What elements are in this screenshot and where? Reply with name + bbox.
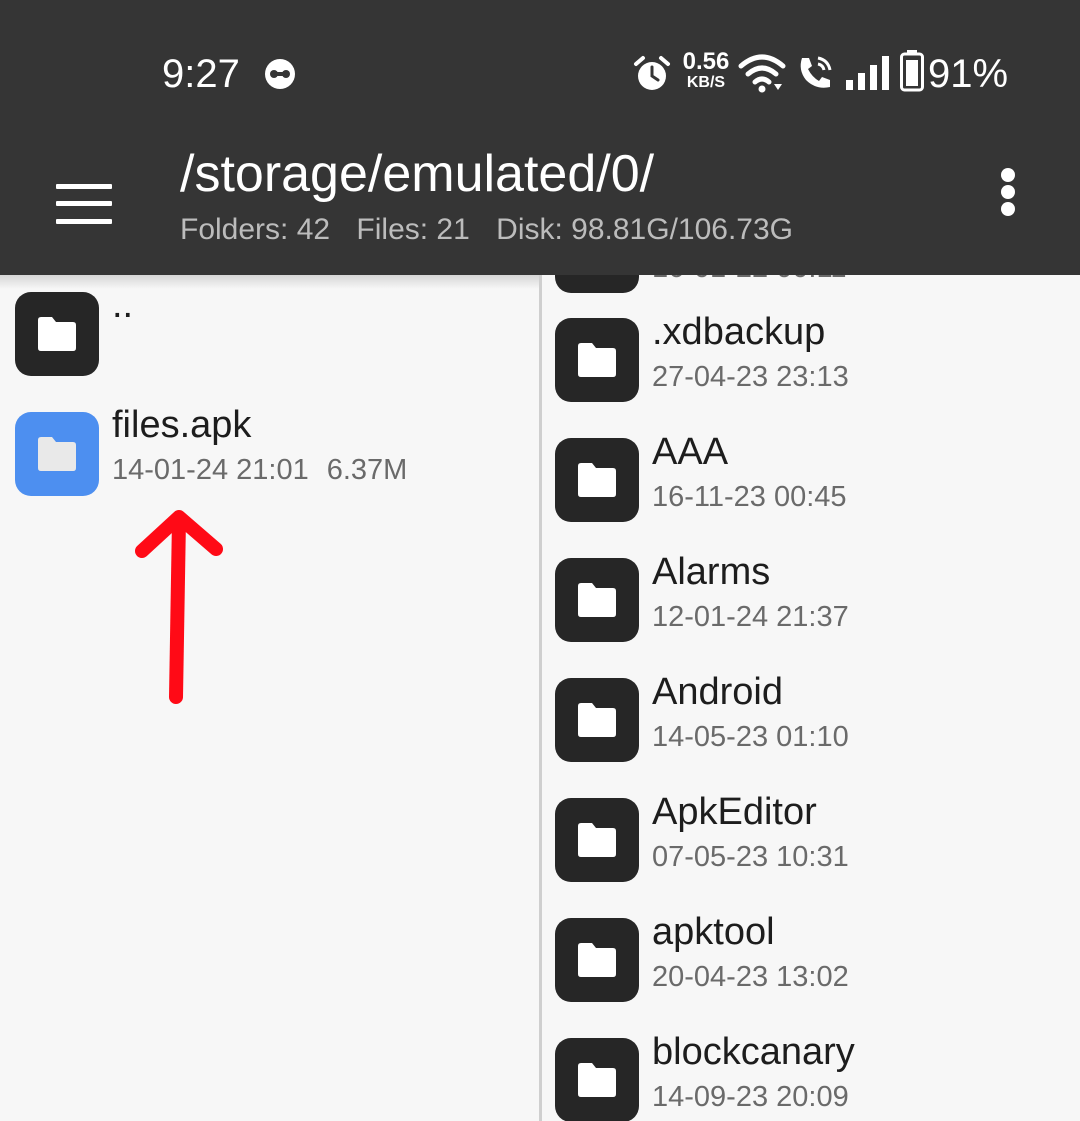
folder-name: .xdbackup <box>652 311 826 353</box>
folder-date: 12-01-24 21:37 <box>652 601 849 633</box>
folder-row-aaa[interactable]: AAA 16-11-23 00:45 <box>542 420 1080 540</box>
file-date: 14-01-24 21:01 <box>112 454 309 486</box>
folder-row-apktool[interactable]: apktool 20-04-23 13:02 <box>542 900 1080 1020</box>
alarm-icon <box>634 56 670 90</box>
folder-icon <box>555 678 639 762</box>
left-pane[interactable]: .. files.apk 14-01-24 21:01 6.37M <box>0 275 539 1121</box>
folder-icon <box>15 292 99 376</box>
network-speed-unit: KB/S <box>686 74 726 91</box>
folder-date: 16-11-23 00:45 <box>652 481 847 513</box>
file-meta: 14-01-24 21:01 6.37M <box>112 453 407 487</box>
folder-name: blockcanary <box>652 1031 855 1073</box>
hamburger-menu-icon[interactable] <box>48 168 120 240</box>
apk-file-icon <box>15 412 99 496</box>
folder-date: 14-05-23 01:10 <box>652 721 849 753</box>
folder-date: 14-09-23 20:09 <box>652 1081 849 1113</box>
network-speed-value: 0.56 <box>682 48 730 75</box>
signal-icon <box>846 56 889 90</box>
folder-icon <box>555 918 639 1002</box>
folder-name: ApkEditor <box>652 791 817 833</box>
folder-row-alarms[interactable]: Alarms 12-01-24 21:37 <box>542 540 1080 660</box>
disk-usage: Disk: 98.81G/106.73G <box>496 213 793 246</box>
folder-icon <box>555 1038 639 1121</box>
folder-row-xdbackup[interactable]: .xdbackup 27-04-23 23:13 <box>542 300 1080 420</box>
folder-date: 07-05-23 10:31 <box>652 841 849 873</box>
status-bar: 9:27 0.56 KB/S 91% <box>0 0 1080 134</box>
folders-count: Folders: 42 <box>180 213 331 246</box>
more-vert-icon[interactable] <box>984 162 1032 222</box>
network-speed: 0.56 KB/S <box>678 50 734 92</box>
folder-name: Alarms <box>652 551 771 593</box>
status-time: 9:27 <box>162 52 240 96</box>
folder-icon <box>555 275 639 293</box>
notification-icon <box>265 59 295 89</box>
wifi-icon <box>738 54 786 93</box>
wifi-call-icon <box>800 56 832 88</box>
folder-row-blockcanary[interactable]: blockcanary 14-09-23 20:09 <box>542 1020 1080 1121</box>
folder-icon <box>555 318 639 402</box>
file-manager-screen: 9:27 0.56 KB/S 91% /storage/emulated/0/ … <box>0 0 1080 1121</box>
folder-name: Android <box>652 671 783 713</box>
folder-name: apktool <box>652 911 775 953</box>
folder-icon <box>555 438 639 522</box>
folder-date: 20-04-23 13:02 <box>652 961 849 993</box>
path-stats: Folders: 42 Files: 21 Disk: 98.81G/106.7… <box>180 212 811 248</box>
battery-percent: 91% <box>928 52 1009 96</box>
folder-date: 27-04-23 23:13 <box>652 361 849 393</box>
right-pane[interactable]: 16-01-22 00:11 .xdbackup 27-04-23 23:13 … <box>542 275 1080 1121</box>
file-name: .. <box>112 284 134 326</box>
folder-icon <box>555 798 639 882</box>
current-path: /storage/emulated/0/ <box>180 145 655 203</box>
file-size: 6.37M <box>326 454 408 486</box>
folder-icon <box>555 558 639 642</box>
folder-row-android[interactable]: Android 14-05-23 01:10 <box>542 660 1080 780</box>
battery-icon <box>900 50 924 92</box>
parent-dir-row[interactable]: .. <box>0 275 539 385</box>
file-row-files-apk[interactable]: files.apk 14-01-24 21:01 6.37M <box>0 395 539 505</box>
folder-name: AAA <box>652 431 729 473</box>
file-date: 16-01-22 00:11 <box>652 275 847 285</box>
app-toolbar: /storage/emulated/0/ Folders: 42 Files: … <box>0 134 1080 275</box>
files-count: Files: 21 <box>356 213 470 246</box>
folder-row-apkeditor[interactable]: ApkEditor 07-05-23 10:31 <box>542 780 1080 900</box>
file-name: files.apk <box>112 404 252 446</box>
